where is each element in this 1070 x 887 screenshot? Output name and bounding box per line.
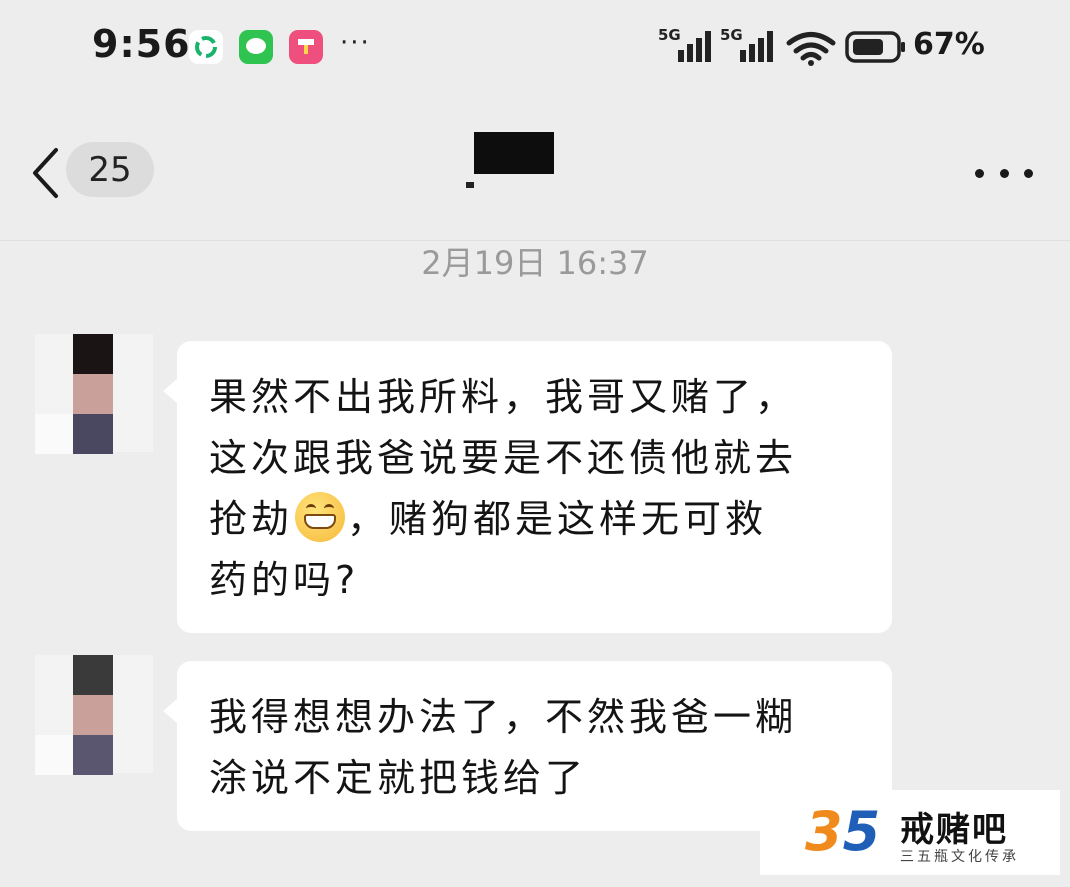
avatar-pixel (73, 374, 113, 414)
avatar-pixel (73, 655, 113, 695)
avatar-pixel (73, 735, 113, 775)
redaction-mark (466, 182, 474, 188)
signal-5g-label-2: 5G (720, 26, 743, 44)
message-bubble[interactable]: 果然不出我所料，我哥又赌了， 这次跟我爸说要是不还债他就去 抢劫 ，赌狗都是这样无… (163, 341, 892, 633)
battery-icon (845, 31, 905, 63)
avatar-pixel (35, 414, 73, 454)
message-timestamp: 2月19日 16:37 (421, 244, 649, 282)
unread-count-badge[interactable]: 25 (66, 142, 154, 197)
dot-icon (975, 168, 984, 178)
message-line: 药的吗? (209, 558, 360, 602)
signal-5g-icon-2: 5G (720, 26, 773, 62)
message-app-icon (239, 30, 273, 64)
avatar-pixel (73, 334, 113, 374)
download-app-icon (289, 30, 323, 64)
message-line: 这次跟我爸说要是不还债他就去 (209, 436, 798, 480)
wifi-icon (786, 32, 836, 66)
more-options-button[interactable] (975, 153, 1033, 193)
avatar-pixel (35, 735, 73, 775)
message-line: 抢劫 ，赌狗都是这样无可救 (209, 489, 862, 550)
battery-percentage: 67% (913, 27, 985, 62)
dot-icon (1024, 168, 1033, 178)
message-line: 我得想想办法了，不然我爸一糊 (209, 695, 798, 739)
dot-icon (999, 168, 1009, 178)
message-text: ，赌狗都是这样无可救 (347, 497, 768, 541)
recycle-app-icon (189, 30, 223, 64)
watermark-logo: 35 (805, 800, 880, 863)
grinning-face-emoji-icon (295, 492, 346, 542)
watermark-subtitle: 三五瓶文化传承 (900, 849, 1019, 865)
chevron-left-icon (33, 148, 58, 198)
avatar-pixel (73, 695, 113, 735)
notification-more-icon: ··· (340, 28, 371, 58)
status-bar: 9:56 ··· 5G 5G 67% (0, 0, 1070, 95)
avatar-pixel (73, 414, 113, 454)
signal-5g-label: 5G (658, 26, 681, 44)
watermark: 35 戒赌吧 三五瓶文化传承 (760, 790, 1060, 875)
logo-digit: 5 (842, 800, 881, 863)
contact-name-redacted (474, 132, 554, 174)
logo-digit: 3 (805, 800, 843, 863)
message-text: 抢劫 (209, 497, 294, 541)
contact-avatar[interactable] (35, 655, 153, 775)
chat-header: 25 (0, 95, 1070, 241)
message-line: 果然不出我所料，我哥又赌了， (209, 375, 798, 419)
watermark-title: 戒赌吧 (900, 810, 1008, 850)
signal-5g-icon: 5G (658, 26, 711, 62)
status-time: 9:56 (92, 22, 191, 66)
contact-avatar[interactable] (35, 334, 153, 454)
